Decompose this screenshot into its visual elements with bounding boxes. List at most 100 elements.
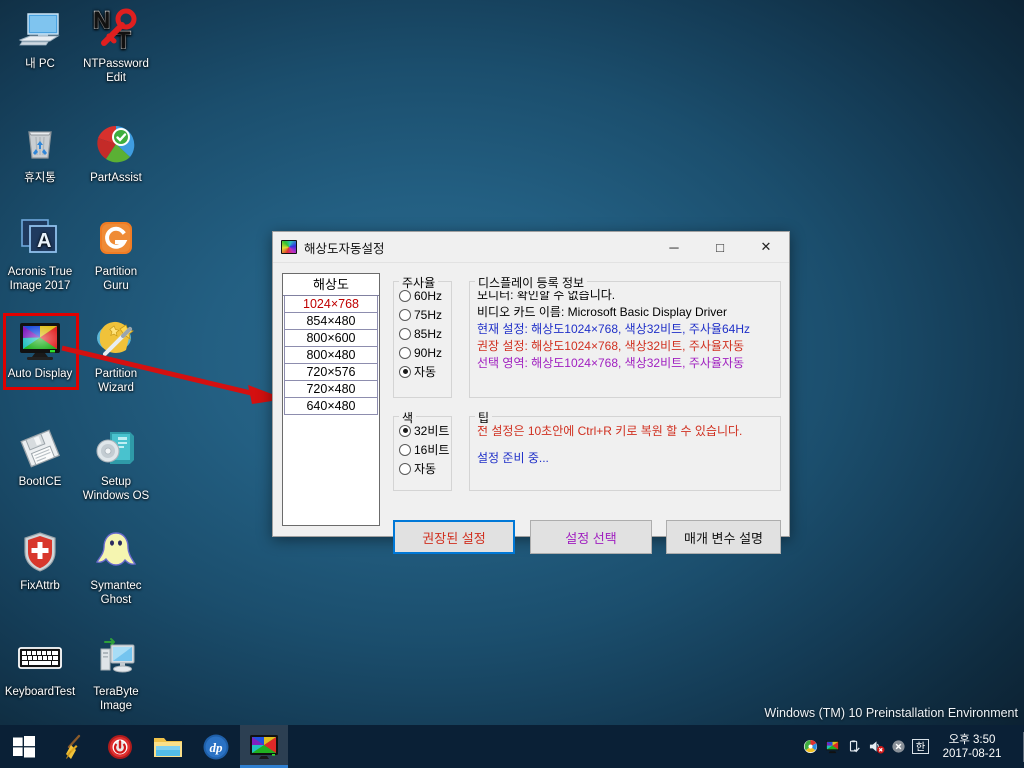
svg-text:A: A: [37, 230, 51, 252]
network-error-icon[interactable]: [887, 725, 909, 768]
resolution-list-header: 해상도: [283, 274, 379, 296]
taskbar-cleanup-tool[interactable]: [48, 725, 96, 768]
display-info-line: 비디오 카드 이름: Microsoft Basic Display Drive…: [477, 305, 727, 319]
taskbar-power-button[interactable]: [96, 725, 144, 768]
desktop-icon-label: Partition Wizard: [94, 368, 138, 394]
desktop-icon-symantec-ghost[interactable]: Symantec Ghost: [78, 528, 154, 607]
maximize-icon: □: [716, 239, 724, 255]
desktop-icon-setup-windows-os[interactable]: Setup Windows OS: [78, 424, 154, 503]
desktop-icon-label: KeyboardTest: [4, 686, 76, 698]
monitor-icon: [16, 6, 64, 54]
clock-time: 오후 3:50: [948, 733, 996, 746]
desktop-icon-partition-guru[interactable]: Partition Guru: [78, 214, 154, 293]
taskbar-auto-display-task[interactable]: [240, 725, 288, 768]
color-wheel-icon[interactable]: [799, 725, 821, 768]
desktop-icon-label: 내 PC: [25, 58, 55, 70]
refresh-rate-option[interactable]: 75Hz: [399, 305, 451, 324]
display-info-lines: 모니터: 확인할 수 없습니다. 비디오 카드 이름: Microsoft Bas…: [470, 287, 780, 372]
resolution-item[interactable]: 640×480: [284, 398, 378, 415]
magic-wand-icon: [92, 316, 140, 364]
desktop-icon-bootice[interactable]: BootICE: [2, 424, 78, 490]
refresh-rate-label: 85Hz: [414, 326, 443, 341]
parameter-description-label: 매개 변수 설명: [684, 530, 763, 546]
display-tray-icon[interactable]: [821, 725, 843, 768]
desktop-icon-ntpassword-edit[interactable]: N T NTPassword Edit: [78, 6, 154, 85]
refresh-rate-option[interactable]: 자동: [399, 362, 451, 381]
minimize-icon: ─: [669, 239, 679, 255]
keyboard-icon: [16, 634, 64, 682]
color-depth-group: 색 32비트 16비트 자동: [393, 409, 452, 491]
color-depth-option[interactable]: 16비트: [399, 440, 451, 459]
taskbar-dp-app[interactable]: dp: [192, 725, 240, 768]
close-icon: ✕: [760, 239, 772, 254]
recommended-settings-button[interactable]: 권장된 설정: [393, 520, 515, 554]
color-depth-label: 16비트: [414, 443, 450, 457]
resolution-item[interactable]: 854×480: [284, 313, 378, 330]
resolution-item[interactable]: 800×600: [284, 330, 378, 347]
refresh-rate-option[interactable]: 85Hz: [399, 324, 451, 343]
resolution-item[interactable]: 720×480: [284, 381, 378, 398]
resolution-item[interactable]: 720×576: [284, 364, 378, 381]
taskbar-clock[interactable]: 오후 3:50 2017-08-21: [931, 733, 1019, 761]
maximize-button[interactable]: □: [697, 232, 743, 262]
desktop-icon-label: NTPassword Edit: [83, 58, 149, 84]
desktop-icon-auto-display[interactable]: Auto Display: [2, 316, 78, 382]
desktop-icon-recycle-bin[interactable]: 휴지통: [2, 120, 78, 186]
tip-lines: 전 설정은 10초안에 Ctrl+R 키로 복원 할 수 있습니다. 설정 준비 …: [470, 423, 780, 467]
svg-text:N: N: [93, 7, 110, 34]
ime-korean-icon[interactable]: 한: [909, 725, 931, 768]
resolution-item[interactable]: 1024×768: [284, 296, 378, 313]
radio-icon: [399, 443, 411, 456]
tip-line: 설정 준비 중...: [477, 451, 549, 465]
desktop-icon-partassist[interactable]: PartAssist: [78, 120, 154, 186]
resolution-auto-setup-dialog[interactable]: 해상도자동설정 ─ □ ✕ 해상도 1024×768 854×480 800×600…: [272, 231, 790, 554]
refresh-rate-group: 주사율 60Hz 75Hz 85Hz 90Hz 자동: [393, 274, 452, 398]
radio-icon: [399, 308, 411, 321]
color-monitor-icon: [16, 316, 64, 364]
tip-line: 전 설정은 10초안에 Ctrl+R 키로 복원 할 수 있습니다.: [477, 424, 743, 438]
resolution-item[interactable]: 800×480: [284, 347, 378, 364]
display-info-legend: 디스플레이 등록 정보: [475, 274, 588, 291]
desktop-icon-keyboardtest[interactable]: KeyboardTest: [2, 634, 78, 700]
display-info-line: 선택 영역: 해상도1024×768, 색상32비트, 주사율자동: [477, 356, 745, 370]
refresh-rate-option[interactable]: 90Hz: [399, 343, 451, 362]
desktop-icon-terabyte-image[interactable]: TeraByte Image: [78, 634, 154, 713]
desktop-icon-partition-wizard[interactable]: Partition Wizard: [78, 316, 154, 395]
desktop-icon-fixattrb[interactable]: FixAttrb: [2, 528, 78, 594]
taskbar-start-button[interactable]: [0, 725, 48, 768]
svg-text:dp: dp: [210, 740, 224, 755]
tip-legend: 팁: [475, 409, 493, 426]
power-icon: [106, 733, 134, 761]
usb-eject-icon[interactable]: [843, 725, 865, 768]
close-button[interactable]: ✕: [743, 232, 789, 262]
radio-icon: [399, 289, 411, 302]
minimize-button[interactable]: ─: [651, 232, 697, 262]
resolution-listbox[interactable]: 해상도 1024×768 854×480 800×600 800×480 720×576…: [282, 273, 380, 526]
color-monitor-icon: [249, 733, 279, 761]
radio-icon: [399, 424, 411, 437]
recommended-settings-label: 권장된 설정: [422, 530, 486, 546]
dialog-titlebar[interactable]: 해상도자동설정 ─ □ ✕: [273, 232, 789, 263]
desktop-icon-my-pc[interactable]: 내 PC: [2, 6, 78, 72]
select-settings-button[interactable]: 설정 선택: [530, 520, 652, 554]
recycle-bin-icon: [16, 120, 64, 168]
color-monitor-icon: [281, 240, 297, 254]
radio-icon: [399, 327, 411, 340]
desktop-icon-acronis-true-image[interactable]: A Acronis True Image 2017: [2, 214, 78, 293]
parameter-description-button[interactable]: 매개 변수 설명: [666, 520, 781, 554]
desktop-icon-label: TeraByte Image: [93, 686, 139, 712]
desktop-icon-label: BootICE: [18, 476, 62, 488]
radio-icon: [399, 462, 411, 475]
tray-icons: 한: [799, 725, 931, 768]
refresh-rate-label: 75Hz: [414, 307, 443, 322]
color-depth-option[interactable]: 자동: [399, 459, 451, 478]
taskbar-file-explorer[interactable]: [144, 725, 192, 768]
key-icon: N T: [92, 6, 140, 54]
floppy-icon: [16, 424, 64, 472]
refresh-rate-options: 60Hz 75Hz 85Hz 90Hz 자동: [394, 286, 451, 381]
volume-muted-icon[interactable]: [865, 725, 887, 768]
color-depth-legend: 색: [399, 409, 417, 426]
display-info-line: 현재 설정: 해상도1024×768, 색상32비트, 주사율64Hz: [477, 322, 750, 336]
dp-circle-icon: dp: [202, 733, 230, 761]
taskbar: dp 한 오후 3:50 2017-08-21: [0, 725, 1024, 768]
